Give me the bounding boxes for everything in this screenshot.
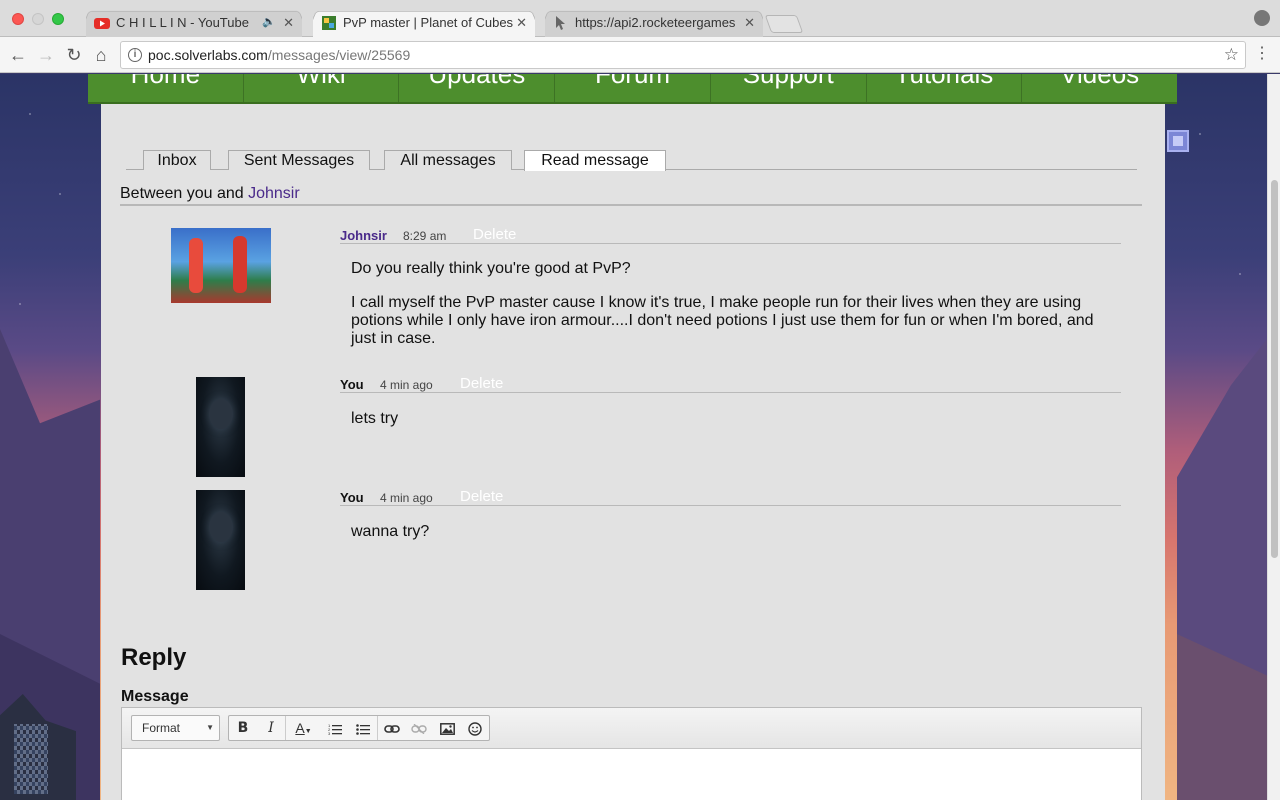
site-navigation: Home Wiki Updates Forum Support Tutorial… xyxy=(88,74,1177,104)
close-tab-icon[interactable]: ✕ xyxy=(283,8,294,37)
bookmark-star-icon[interactable]: ☆ xyxy=(1224,45,1239,65)
message-time: 4 min ago xyxy=(380,491,433,505)
reply-heading: Reply xyxy=(121,644,187,671)
message-body: lets try xyxy=(351,410,399,427)
reload-icon[interactable]: ↻ xyxy=(64,45,84,65)
emoji-icon[interactable] xyxy=(461,716,489,740)
conversation-user-link[interactable]: Johnsir xyxy=(248,185,300,202)
reply-editor: Format ▼ B I A▼ 123 xyxy=(121,707,1142,800)
tab-sent-messages[interactable]: Sent Messages xyxy=(228,150,370,170)
nav-updates[interactable]: Updates xyxy=(399,74,556,102)
message-meta: You 4 min ago Delete xyxy=(340,487,1121,507)
delete-button[interactable]: Delete xyxy=(460,374,503,394)
browser-tab-youtube[interactable]: C H I L L I N - YouTube 🔈 ✕ xyxy=(86,8,302,37)
bold-icon[interactable]: B xyxy=(229,716,257,740)
editor-toolbar: Format ▼ B I A▼ 123 xyxy=(122,708,1141,749)
forward-arrow-icon[interactable]: → xyxy=(36,45,56,65)
message-field-label: Message xyxy=(121,688,189,705)
reply-text-area[interactable] xyxy=(122,750,1141,800)
browser-tab-bar: C H I L L I N - YouTube 🔈 ✕ PvP master |… xyxy=(0,0,1280,37)
close-tab-icon[interactable]: ✕ xyxy=(516,8,527,37)
new-tab-button[interactable] xyxy=(764,15,804,33)
message-time: 8:29 am xyxy=(403,229,447,243)
nav-support[interactable]: Support xyxy=(711,74,867,102)
nav-wiki[interactable]: Wiki xyxy=(244,74,400,102)
nav-forum[interactable]: Forum xyxy=(555,74,711,102)
avatar[interactable] xyxy=(196,377,245,477)
profile-icon[interactable] xyxy=(1254,10,1270,26)
message-body: Do you really think you're good at PvP? … xyxy=(351,260,1094,347)
tab-all-messages[interactable]: All messages xyxy=(384,150,512,170)
tab-read-message[interactable]: Read message xyxy=(524,150,666,171)
minimize-window-button[interactable] xyxy=(32,13,44,25)
nav-home[interactable]: Home xyxy=(88,74,244,102)
cursor-icon xyxy=(556,16,565,30)
info-icon[interactable]: i xyxy=(128,48,142,62)
delete-button[interactable]: Delete xyxy=(460,487,503,507)
message-time: 4 min ago xyxy=(380,378,433,392)
message-author: You xyxy=(340,377,364,392)
messages-panel: Inbox Sent Messages All messages Read me… xyxy=(101,104,1165,800)
caret-down-icon: ▼ xyxy=(206,723,214,732)
tab-title: https://api2.rocketeergames.co xyxy=(575,15,735,30)
close-window-button[interactable] xyxy=(12,13,24,25)
svg-text:3: 3 xyxy=(328,731,331,735)
unlink-icon[interactable] xyxy=(405,716,433,740)
youtube-icon xyxy=(94,18,110,29)
avatar[interactable] xyxy=(196,490,245,590)
italic-icon[interactable]: I xyxy=(257,716,285,740)
background-city-windows xyxy=(14,724,48,794)
numbered-list-icon[interactable]: 123 xyxy=(321,716,349,740)
conversation-header: Between you and Johnsir xyxy=(120,184,1142,206)
maximize-window-button[interactable] xyxy=(52,13,64,25)
message-meta: You 4 min ago Delete xyxy=(340,374,1121,394)
page-scrollbar[interactable] xyxy=(1267,74,1280,800)
browser-menu-icon[interactable]: ⋮ xyxy=(1254,46,1270,62)
address-bar[interactable]: i poc.solverlabs.com/messages/view/25569… xyxy=(120,41,1246,69)
message-author: You xyxy=(340,490,364,505)
tab-inbox[interactable]: Inbox xyxy=(143,150,211,170)
image-icon[interactable] xyxy=(433,716,461,740)
tab-title: C H I L L I N - YouTube xyxy=(116,15,249,30)
speaker-icon[interactable]: 🔈 xyxy=(262,8,276,37)
link-icon[interactable] xyxy=(377,716,405,740)
page-viewport: Home Wiki Updates Forum Support Tutorial… xyxy=(0,74,1267,800)
message-body: wanna try? xyxy=(351,523,430,540)
editor-button-group: B I A▼ 123 xyxy=(228,715,490,741)
home-icon[interactable]: ⌂ xyxy=(91,45,111,65)
scrollbar-thumb[interactable] xyxy=(1271,180,1278,558)
avatar[interactable] xyxy=(171,228,271,303)
planet-of-cubes-icon xyxy=(322,16,336,30)
nav-videos[interactable]: Videos xyxy=(1022,74,1177,102)
tab-title: PvP master | Planet of Cubes xyxy=(343,15,514,30)
nav-tutorials[interactable]: Tutorials xyxy=(867,74,1023,102)
back-arrow-icon[interactable]: ← xyxy=(8,45,28,65)
bulleted-list-icon[interactable] xyxy=(349,716,377,740)
floating-cube-decoration xyxy=(1167,130,1189,152)
address-url[interactable]: poc.solverlabs.com/messages/view/25569 xyxy=(148,42,410,69)
message-author[interactable]: Johnsir xyxy=(340,228,387,244)
message-meta: Johnsir 8:29 am Delete xyxy=(340,225,1121,245)
close-tab-icon[interactable]: ✕ xyxy=(744,8,755,37)
browser-tab-planet-of-cubes[interactable]: PvP master | Planet of Cubes ✕ xyxy=(313,8,535,37)
browser-toolbar: ← → ↻ ⌂ i poc.solverlabs.com/messages/vi… xyxy=(0,37,1280,73)
message-tabs: Inbox Sent Messages All messages Read me… xyxy=(126,150,1137,171)
browser-tab-rocketeer[interactable]: https://api2.rocketeergames.co ✕ xyxy=(545,8,763,37)
text-color-icon[interactable]: A▼ xyxy=(285,716,321,740)
format-dropdown[interactable]: Format ▼ xyxy=(131,715,220,741)
delete-button[interactable]: Delete xyxy=(473,225,516,245)
